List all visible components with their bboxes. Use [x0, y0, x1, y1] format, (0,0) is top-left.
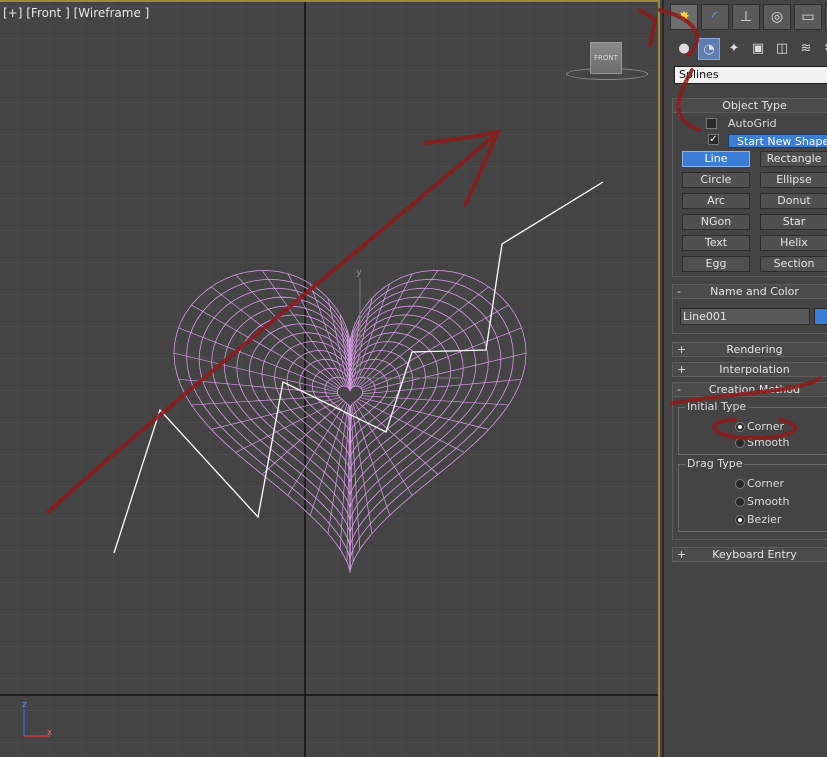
create-subcategory-bar: ● ◔ ✦ ▣ ◫ ≋ ✱ [674, 38, 827, 60]
object-type-title: Object Type [722, 99, 787, 112]
name-color-title: Name and Color [710, 285, 799, 298]
expand-icon: + [677, 548, 687, 561]
drag-bezier-label: Bezier [747, 513, 782, 526]
donut-button[interactable]: Donut [760, 193, 827, 209]
collapse-icon: - [677, 383, 681, 396]
command-panel-tabs: ✸ ◜ ⊥ ◎ ▭ ⚒ [670, 4, 827, 30]
rendering-rollout-header[interactable]: + Rendering [672, 342, 827, 357]
ellipse-button[interactable]: Ellipse [760, 172, 827, 188]
helpers-icon[interactable]: ◫ [772, 38, 792, 58]
drag-bezier-radio[interactable] [735, 515, 745, 525]
pivot-y-label: y [356, 267, 362, 278]
autogrid-row[interactable]: AutoGrid [706, 117, 777, 131]
drag-smooth-option[interactable]: Smooth [735, 495, 790, 509]
interpolation-title: Interpolation [719, 363, 790, 376]
egg-button[interactable]: Egg [682, 256, 750, 272]
shapes-icon[interactable]: ◔ [698, 38, 720, 60]
keyboard-entry-rollout-header[interactable]: + Keyboard Entry [672, 547, 827, 562]
viewport-label[interactable]: [+] [Front ] [Wireframe ] [3, 6, 149, 20]
cameras-icon[interactable]: ▣ [748, 38, 768, 58]
drag-corner-option[interactable]: Corner [735, 477, 785, 491]
circle-button[interactable]: Circle [682, 172, 750, 188]
motion-tab-icon[interactable]: ◎ [763, 4, 791, 30]
drag-smooth-label: Smooth [747, 495, 790, 508]
geometry-icon[interactable]: ● [674, 38, 694, 58]
line-button[interactable]: Line [682, 151, 750, 167]
drag-corner-label: Corner [747, 477, 785, 490]
start-new-shape-button[interactable]: Start New Shape [728, 134, 827, 148]
initial-type-label: Initial Type [685, 400, 749, 413]
initial-smooth-radio[interactable] [735, 438, 745, 448]
drag-bezier-option[interactable]: Bezier [735, 513, 782, 527]
arc-button[interactable]: Arc [682, 193, 750, 209]
drag-type-label: Drag Type [685, 457, 745, 470]
object-name-field[interactable]: Line001 [680, 308, 810, 325]
object-type-rollout-header[interactable]: - Object Type [672, 98, 827, 113]
collapse-icon: - [677, 99, 681, 112]
interpolation-rollout-header[interactable]: + Interpolation [672, 362, 827, 377]
creation-method-rollout-header[interactable]: - Creation Method [672, 382, 827, 397]
gizmo-x-label: x [47, 728, 53, 738]
initial-corner-label: Corner [747, 420, 785, 433]
start-new-shape-checkbox[interactable]: ✓ [708, 134, 719, 145]
viewcube[interactable]: FRONT [590, 42, 622, 74]
modify-tab-icon[interactable]: ◜ [701, 4, 729, 30]
initial-corner-radio[interactable] [735, 422, 745, 432]
spacewarps-icon[interactable]: ≋ [796, 38, 816, 58]
text-button[interactable]: Text [682, 235, 750, 251]
autogrid-label: AutoGrid [728, 117, 777, 130]
viewport-scene: y z x [0, 0, 660, 757]
hierarchy-tab-icon[interactable]: ⊥ [732, 4, 760, 30]
category-dropdown[interactable]: Splines [674, 66, 827, 84]
create-tab-icon[interactable]: ✸ [670, 4, 698, 30]
keyboard-entry-title: Keyboard Entry [712, 548, 797, 561]
expand-icon: + [677, 343, 687, 356]
front-viewport[interactable]: y z x FRONT [+] [Front ] [Wireframe ] [0, 0, 660, 757]
initial-corner-option[interactable]: Corner [735, 420, 785, 434]
initial-smooth-label: Smooth [747, 436, 790, 449]
gizmo-z-label: z [22, 700, 27, 710]
display-tab-icon[interactable]: ▭ [794, 4, 822, 30]
rendering-title: Rendering [726, 343, 783, 356]
object-color-swatch[interactable] [814, 308, 827, 325]
section-button[interactable]: Section [760, 256, 827, 272]
helix-button[interactable]: Helix [760, 235, 827, 251]
lights-icon[interactable]: ✦ [724, 38, 744, 58]
collapse-icon: - [677, 285, 681, 298]
command-panel: ✸ ◜ ⊥ ◎ ▭ ⚒ ● ◔ ✦ ▣ ◫ ≋ ✱ Splines - Obje… [662, 0, 827, 757]
creation-method-title: Creation Method [708, 383, 801, 396]
systems-icon[interactable]: ✱ [820, 38, 827, 58]
star-button[interactable]: Star [760, 214, 827, 230]
name-color-rollout-header[interactable]: - Name and Color [672, 284, 827, 299]
initial-smooth-option[interactable]: Smooth [735, 436, 790, 450]
drag-corner-radio[interactable] [735, 479, 745, 489]
grid [0, 0, 660, 757]
expand-icon: + [677, 363, 687, 376]
drag-smooth-radio[interactable] [735, 497, 745, 507]
autogrid-checkbox[interactable] [706, 118, 717, 129]
ngon-button[interactable]: NGon [682, 214, 750, 230]
rectangle-button[interactable]: Rectangle [760, 151, 827, 167]
